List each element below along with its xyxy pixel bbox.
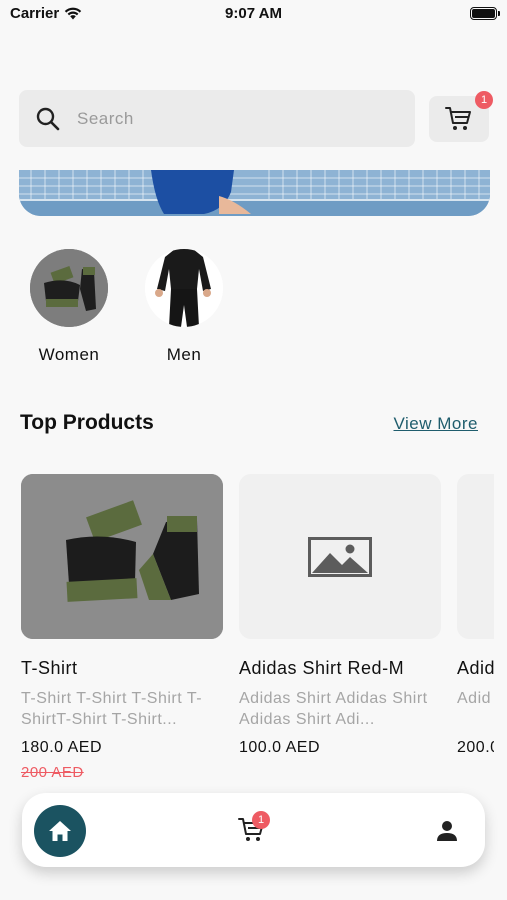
category-women-image [30,249,108,327]
category-men[interactable]: Men [144,249,224,365]
product-description: T-Shirt T-Shirt T-Shirt T-ShirtT-Shirt T… [21,690,203,728]
product-card[interactable]: T-Shirt T-Shirt T-Shirt T-Shirt T-ShirtT… [21,474,223,781]
product-card[interactable]: Adidas Shirt Red-M Adidas Shirt Adidas S… [239,474,441,757]
view-more-link[interactable]: View More [394,414,479,434]
product-description: Adidas Shirt Adidas Shirt Adidas Shirt A… [239,690,428,728]
product-description: Adid Shoe [457,690,494,707]
product-price: 180.0 AED [21,739,102,756]
banner-image [19,170,490,216]
bottom-nav: 1 [22,793,485,867]
promo-banner[interactable] [19,170,490,216]
status-time: 9:07 AM [225,5,282,22]
product-image [239,474,441,639]
cart-badge: 1 [475,91,493,109]
category-women[interactable]: Women [29,249,109,365]
battery-icon [470,7,500,20]
category-label: Men [166,345,202,364]
nav-cart-badge: 1 [252,811,270,829]
nav-cart-button[interactable]: 1 [238,811,270,847]
status-bar: Carrier 9:07 AM [0,0,507,28]
image-placeholder-icon [308,536,372,577]
product-price: 100.0 AED [239,739,320,756]
search-icon [36,107,60,130]
nav-profile-button[interactable] [435,819,459,843]
category-label: Women [38,345,100,364]
product-list[interactable]: T-Shirt T-Shirt T-Shirt T-Shirt T-ShirtT… [0,474,494,794]
product-image [21,474,223,639]
product-old-price: 200 AED [21,764,84,781]
home-icon [49,821,71,841]
product-name: T-Shirt [21,658,78,678]
category-men-image [145,249,223,327]
product-image [457,474,494,639]
cart-button[interactable]: 1 [429,91,493,142]
search-input[interactable] [77,108,377,129]
product-name: Adid [457,658,494,678]
product-name: Adidas Shirt Red-M [239,658,405,678]
search-bar[interactable] [19,90,415,147]
nav-home-button[interactable] [34,805,86,857]
section-title: Top Products [20,411,154,434]
product-price: 200.0 [457,739,494,756]
profile-icon [437,821,457,841]
product-card[interactable]: Adid Adid Shoe 200.0 [457,474,494,757]
cart-icon [445,107,471,130]
